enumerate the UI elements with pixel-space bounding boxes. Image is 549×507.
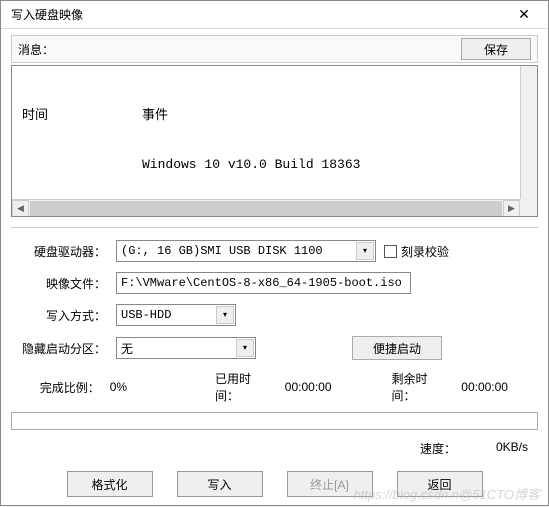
drive-row: 硬盘驱动器： (G:, 16 GB)SMI USB DISK 1100 ▾ 刻录…	[11, 240, 538, 262]
scroll-right-icon[interactable]: ▶	[503, 200, 520, 217]
progress-bar	[11, 412, 538, 430]
elapsed-value: 00:00:00	[285, 380, 332, 394]
verify-checkbox-wrap[interactable]: 刻录校验	[384, 243, 449, 260]
log-cell-time	[22, 157, 142, 172]
ratio-label: 完成比例：	[11, 379, 110, 396]
chevron-down-icon: ▾	[216, 306, 234, 324]
remain-value: 00:00:00	[461, 380, 508, 394]
chevron-down-icon: ▾	[356, 242, 374, 260]
abort-button[interactable]: 终止[A]	[287, 471, 373, 497]
back-button[interactable]: 返回	[397, 471, 483, 497]
elapsed-label: 已用时间：	[215, 370, 267, 404]
image-value: F:\VMware\CentOS-8-x86_64-1905-boot.iso	[121, 276, 402, 290]
hide-partition-label: 隐藏启动分区：	[11, 340, 116, 357]
speed-value: 0KB/s	[496, 440, 528, 457]
titlebar: 写入硬盘映像 ✕	[1, 1, 548, 29]
hide-partition-row: 隐藏启动分区： 无 ▾ 便捷启动	[11, 336, 538, 360]
image-label: 映像文件：	[11, 275, 116, 292]
quick-boot-button[interactable]: 便捷启动	[352, 336, 442, 360]
remain-label: 剩余时间：	[392, 370, 444, 404]
write-mode-label: 写入方式：	[11, 307, 116, 324]
dialog-window: 写入硬盘映像 ✕ 消息： 保存 时间 事件 Windows 10 v10.0 B…	[0, 0, 549, 506]
write-mode-row: 写入方式： USB-HDD ▾	[11, 304, 538, 326]
write-button[interactable]: 写入	[177, 471, 263, 497]
write-mode-select[interactable]: USB-HDD ▾	[116, 304, 236, 326]
scrollbar-horizontal[interactable]: ◀ ▶	[12, 199, 520, 216]
ratio-value: 0%	[110, 380, 127, 394]
scroll-thumb[interactable]	[30, 201, 502, 216]
save-button[interactable]: 保存	[461, 38, 531, 60]
hide-partition-value: 无	[121, 340, 133, 357]
content-area: 消息： 保存 时间 事件 Windows 10 v10.0 Build 1836…	[1, 29, 548, 507]
drive-select[interactable]: (G:, 16 GB)SMI USB DISK 1100 ▾	[116, 240, 376, 262]
speed-row: 速度： 0KB/s	[11, 440, 538, 457]
drive-value: (G:, 16 GB)SMI USB DISK 1100	[121, 244, 323, 258]
chevron-down-icon: ▾	[236, 339, 254, 357]
message-header-row: 消息： 保存	[11, 35, 538, 63]
form-area: 硬盘驱动器： (G:, 16 GB)SMI USB DISK 1100 ▾ 刻录…	[11, 227, 538, 497]
format-button[interactable]: 格式化	[67, 471, 153, 497]
verify-label: 刻录校验	[401, 243, 449, 260]
log-header-time: 时间	[22, 104, 142, 123]
image-file-input[interactable]: F:\VMware\CentOS-8-x86_64-1905-boot.iso	[116, 272, 411, 294]
image-row: 映像文件： F:\VMware\CentOS-8-x86_64-1905-boo…	[11, 272, 538, 294]
log-content: 时间 事件 Windows 10 v10.0 Build 18363 下午 01…	[12, 66, 537, 217]
progress-text-row: 完成比例： 0% 已用时间： 00:00:00 剩余时间： 00:00:00	[11, 370, 538, 404]
verify-checkbox[interactable]	[384, 245, 397, 258]
write-mode-value: USB-HDD	[121, 308, 171, 322]
scroll-left-icon[interactable]: ◀	[12, 200, 29, 217]
speed-label: 速度：	[420, 440, 456, 457]
drive-label: 硬盘驱动器：	[11, 243, 116, 260]
close-button[interactable]: ✕	[504, 3, 544, 27]
window-title: 写入硬盘映像	[11, 6, 83, 23]
log-panel: 时间 事件 Windows 10 v10.0 Build 18363 下午 01…	[11, 65, 538, 217]
message-label: 消息：	[18, 41, 54, 58]
scrollbar-vertical[interactable]	[520, 66, 537, 199]
scroll-corner	[520, 199, 537, 216]
hide-partition-select[interactable]: 无 ▾	[116, 337, 256, 359]
action-button-row: 格式化 写入 终止[A] 返回	[11, 471, 538, 497]
log-header-event: 事件	[142, 104, 168, 123]
log-row: Windows 10 v10.0 Build 18363	[22, 157, 527, 172]
log-cell-event: Windows 10 v10.0 Build 18363	[142, 157, 360, 172]
